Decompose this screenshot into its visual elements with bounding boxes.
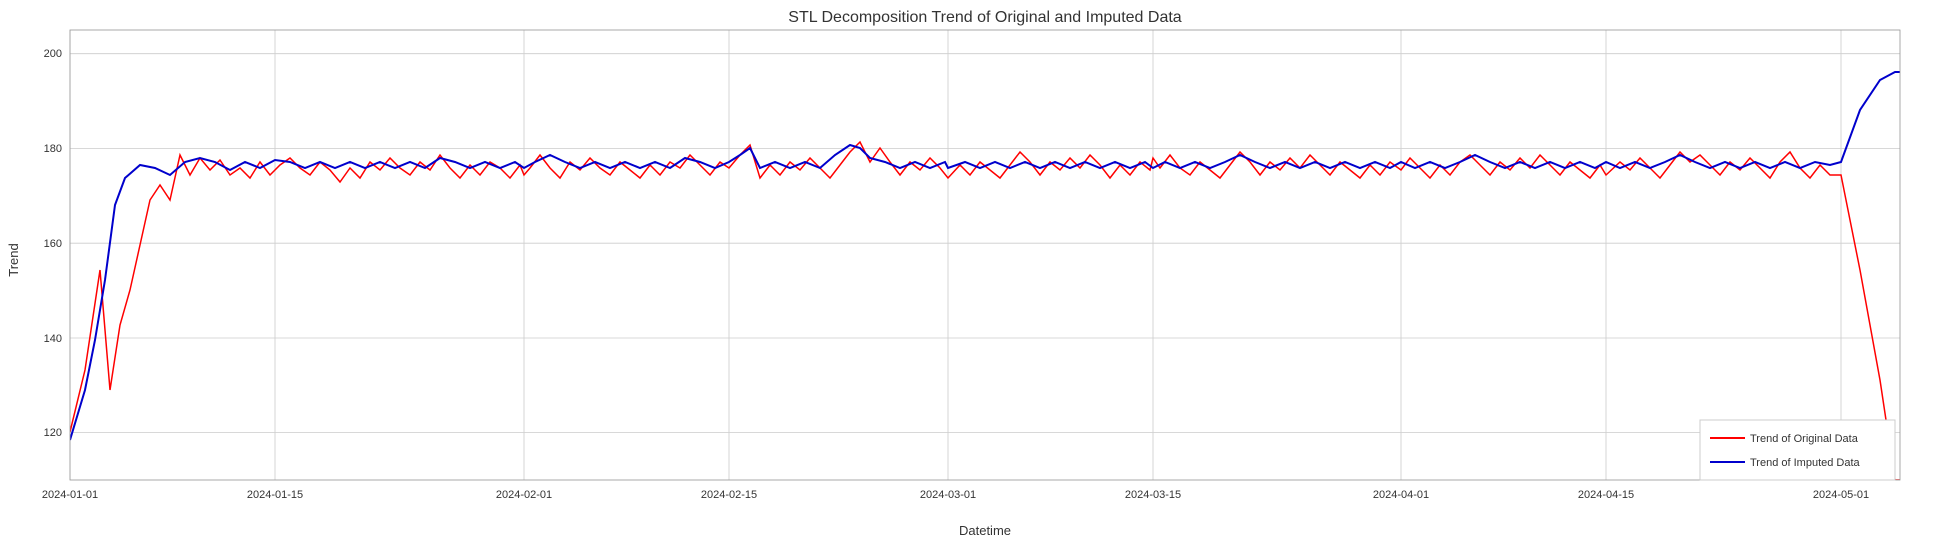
- xtick-mar15: 2024-03-15: [1125, 489, 1181, 501]
- xtick-feb1: 2024-02-01: [496, 489, 552, 501]
- xtick-apr1: 2024-04-01: [1373, 489, 1429, 501]
- legend-imputed-label: Trend of Imputed Data: [1750, 457, 1861, 469]
- ytick-120: 120: [44, 427, 62, 439]
- ytick-160: 160: [44, 238, 62, 250]
- legend-original-label: Trend of Original Data: [1750, 433, 1859, 445]
- chart-container: STL Decomposition Trend of Original and …: [0, 0, 1935, 547]
- ytick-180: 180: [44, 143, 62, 155]
- chart-title: STL Decomposition Trend of Original and …: [788, 9, 1181, 26]
- xtick-apr15: 2024-04-15: [1578, 489, 1634, 501]
- legend-box: [1700, 420, 1895, 480]
- xtick-may1: 2024-05-01: [1813, 489, 1869, 501]
- y-axis-label: Trend: [6, 243, 21, 276]
- ytick-140: 140: [44, 333, 62, 345]
- ytick-200: 200: [44, 48, 62, 60]
- xtick-feb15: 2024-02-15: [701, 489, 757, 501]
- xtick-mar1: 2024-03-01: [920, 489, 976, 501]
- xtick-jan1: 2024-01-01: [42, 489, 98, 501]
- xtick-jan15: 2024-01-15: [247, 489, 303, 501]
- x-axis-label: Datetime: [959, 523, 1011, 538]
